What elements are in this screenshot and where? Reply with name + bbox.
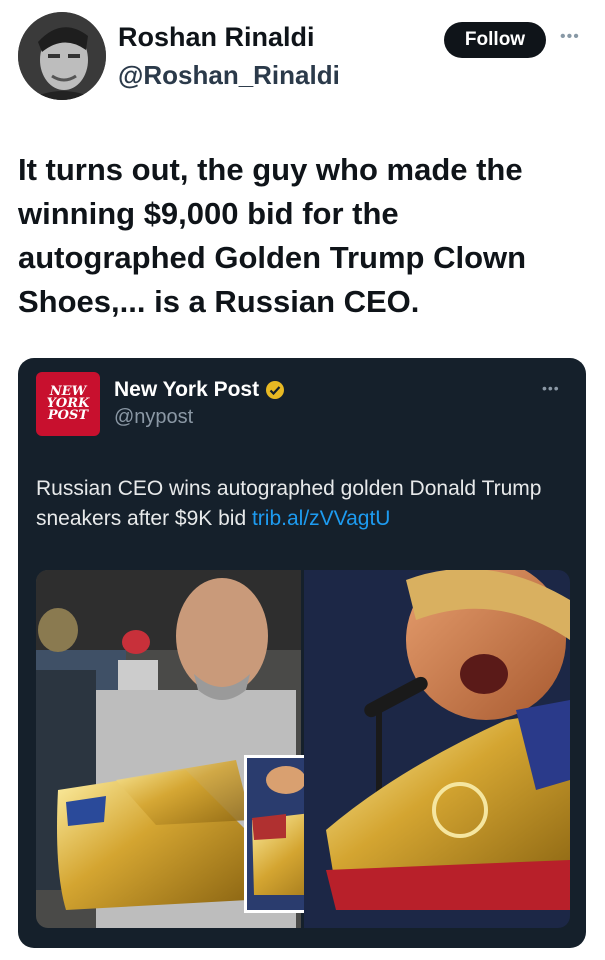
verified-badge-icon xyxy=(266,381,285,399)
logo-line-3: POST xyxy=(47,408,89,423)
author-name[interactable]: Roshan Rinaldi xyxy=(118,22,315,53)
nypost-logo: NEW YORK POST xyxy=(36,372,100,436)
quoted-tweet-card[interactable]: NEW YORK POST New York Post @nypost ••• … xyxy=(18,358,586,948)
tweet-text: It turns out, the guy who made the winni… xyxy=(18,152,527,319)
quote-ellipsis-icon[interactable]: ••• xyxy=(542,380,560,396)
author-handle[interactable]: @Roshan_Rinaldi xyxy=(118,60,340,91)
quote-text: Russian CEO wins autographed golden Dona… xyxy=(36,474,571,534)
author-avatar[interactable] xyxy=(18,12,106,100)
quote-media-image[interactable] xyxy=(36,570,570,928)
follow-button[interactable]: Follow xyxy=(444,22,546,58)
quote-author-name[interactable]: New York Post xyxy=(114,378,285,402)
quote-author-name-text: New York Post xyxy=(114,378,260,401)
quote-link[interactable]: trib.al/zVVagtU xyxy=(252,507,391,530)
ellipsis-icon[interactable]: ••• xyxy=(560,28,580,46)
quote-author-handle[interactable]: @nypost xyxy=(114,406,193,429)
